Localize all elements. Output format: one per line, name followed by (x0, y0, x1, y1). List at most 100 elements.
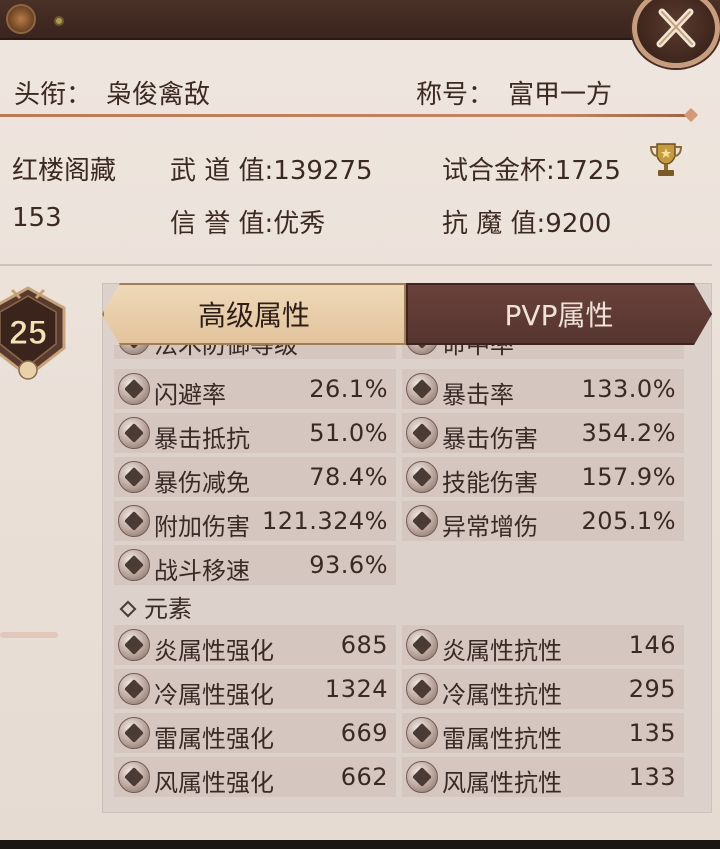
attribute-label: 法术防御等级 (154, 345, 298, 359)
attribute-label: 闪避率 (154, 381, 226, 409)
title-label: 头衔： (14, 80, 93, 110)
character-panel: 头衔： 枭俊禽敌 称号： 富甲一方 红楼阁藏 武 道 值:139275 试合金杯… (0, 0, 720, 840)
attribute-value: 205.1% (581, 507, 676, 535)
attribute-label: 暴伤减免 (154, 469, 250, 497)
attribute-label: 附加伤害 (154, 513, 250, 541)
section-title: 元素 (144, 595, 192, 623)
attribute-label: 暴击率 (442, 381, 514, 409)
element-section-header: 元素 (114, 589, 192, 625)
attribute-value: 354.2% (581, 419, 676, 447)
fire-icon (406, 629, 438, 661)
info-cell: 153 (12, 203, 62, 233)
attribute-row: 冷属性抗性 295 (402, 669, 684, 709)
attribute-row: 炎属性强化 685 (114, 625, 396, 665)
thunder-icon (118, 717, 150, 749)
attribute-icon (118, 345, 150, 355)
skill-damage-icon (406, 461, 438, 493)
section-divider (0, 264, 712, 266)
attribute-row: 暴击抵抗 51.0% (114, 413, 396, 453)
attribute-row: 炎属性抗性 146 (402, 625, 684, 665)
attribute-label: 异常增伤 (442, 513, 538, 541)
wind-icon (406, 761, 438, 793)
attribute-row: 技能伤害 157.9% (402, 457, 684, 497)
attribute-list[interactable]: 法术防御等级 命中率 闪避率 26.1% 暴击率 133.0% 暴击抵抗 51.… (114, 345, 690, 805)
trophy-icon (649, 143, 683, 176)
info-cell: 武 道 值:139275 (170, 156, 373, 186)
attribute-label: 炎属性抗性 (442, 637, 562, 665)
extra-damage-icon (118, 505, 150, 537)
info-cell: 红楼阁藏 (12, 156, 117, 186)
attribute-row: 闪避率 26.1% (114, 369, 396, 409)
attribute-value: 78.4% (309, 463, 388, 491)
attribute-row: 风属性抗性 133 (402, 757, 684, 797)
status-damage-icon (406, 505, 438, 537)
attribute-value: 26.1% (309, 375, 388, 403)
attribute-value: 669 (340, 719, 388, 747)
tab-pvp-attributes[interactable]: PVP属性 (406, 283, 712, 345)
attribute-value: 135 (628, 719, 676, 747)
honor-label: 称号： (416, 80, 495, 110)
gear-icon (6, 4, 36, 34)
attribute-label: 风属性抗性 (442, 769, 562, 797)
title-row: 头衔： 枭俊禽敌 称号： 富甲一方 (0, 62, 720, 114)
attribute-value: 121.324% (261, 507, 388, 535)
frost-icon (406, 673, 438, 705)
frost-icon (118, 673, 150, 705)
tab-advanced-attributes[interactable]: 高级属性 (102, 283, 406, 345)
info-cell: 信 誉 值:优秀 (170, 209, 326, 239)
wind-icon (118, 761, 150, 793)
attribute-row: 战斗移速 93.6% (114, 545, 396, 585)
attribute-row: 暴击率 133.0% (402, 369, 684, 409)
attribute-row: 法术防御等级 (114, 345, 396, 359)
info-cell: 试合金杯:1725 (442, 156, 621, 186)
attribute-label: 命中率 (442, 345, 514, 359)
attribute-row: 雷属性强化 669 (114, 713, 396, 753)
info-cell: 抗 魔 值:9200 (442, 209, 612, 239)
title-value: 枭俊禽敌 (106, 80, 211, 110)
attribute-row: 暴击伤害 354.2% (402, 413, 684, 453)
crit-damage-icon (406, 417, 438, 449)
attribute-value: 685 (340, 631, 388, 659)
thunder-icon (406, 717, 438, 749)
crit-resist-icon (118, 417, 150, 449)
attribute-label: 冷属性抗性 (442, 681, 562, 709)
fire-icon (118, 629, 150, 661)
attribute-label: 冷属性强化 (154, 681, 274, 709)
crit-reduction-icon (118, 461, 150, 493)
attribute-label: 风属性强化 (154, 769, 274, 797)
attribute-row: 雷属性抗性 135 (402, 713, 684, 753)
attribute-label: 雷属性抗性 (442, 725, 562, 753)
attribute-row: 暴伤减免 78.4% (114, 457, 396, 497)
attribute-row: 异常增伤 205.1% (402, 501, 684, 541)
attribute-row: 附加伤害 121.324% (114, 501, 396, 541)
attribute-value: 133.0% (581, 375, 676, 403)
attribute-row: 冷属性强化 1324 (114, 669, 396, 709)
tab-pvp-label: PVP属性 (504, 299, 614, 332)
close-icon (656, 8, 696, 48)
level-badge: 25 (0, 286, 66, 380)
attribute-label: 战斗移速 (154, 557, 250, 585)
top-bar (0, 0, 720, 40)
dodge-icon (118, 373, 150, 405)
honor-value: 富甲一方 (508, 80, 613, 110)
header-divider (0, 114, 690, 117)
close-button[interactable] (632, 0, 720, 68)
attribute-row: 风属性强化 662 (114, 757, 396, 797)
attribute-value: 295 (628, 675, 676, 703)
attribute-value: 662 (340, 763, 388, 791)
attribute-value: 146 (628, 631, 676, 659)
attribute-value: 51.0% (309, 419, 388, 447)
level-text: 25 (9, 314, 47, 352)
attribute-icon (406, 345, 438, 355)
scroll-indicator (0, 632, 58, 638)
attribute-label: 技能伤害 (442, 469, 538, 497)
tab-advanced-label: 高级属性 (197, 299, 310, 332)
attribute-label: 炎属性强化 (154, 637, 274, 665)
attribute-value: 1324 (324, 675, 388, 703)
dot-icon (54, 16, 64, 26)
move-speed-icon (118, 549, 150, 581)
diamond-icon (119, 600, 137, 618)
attribute-value: 133 (628, 763, 676, 791)
attribute-row: 命中率 (402, 345, 684, 359)
crit-rate-icon (406, 373, 438, 405)
